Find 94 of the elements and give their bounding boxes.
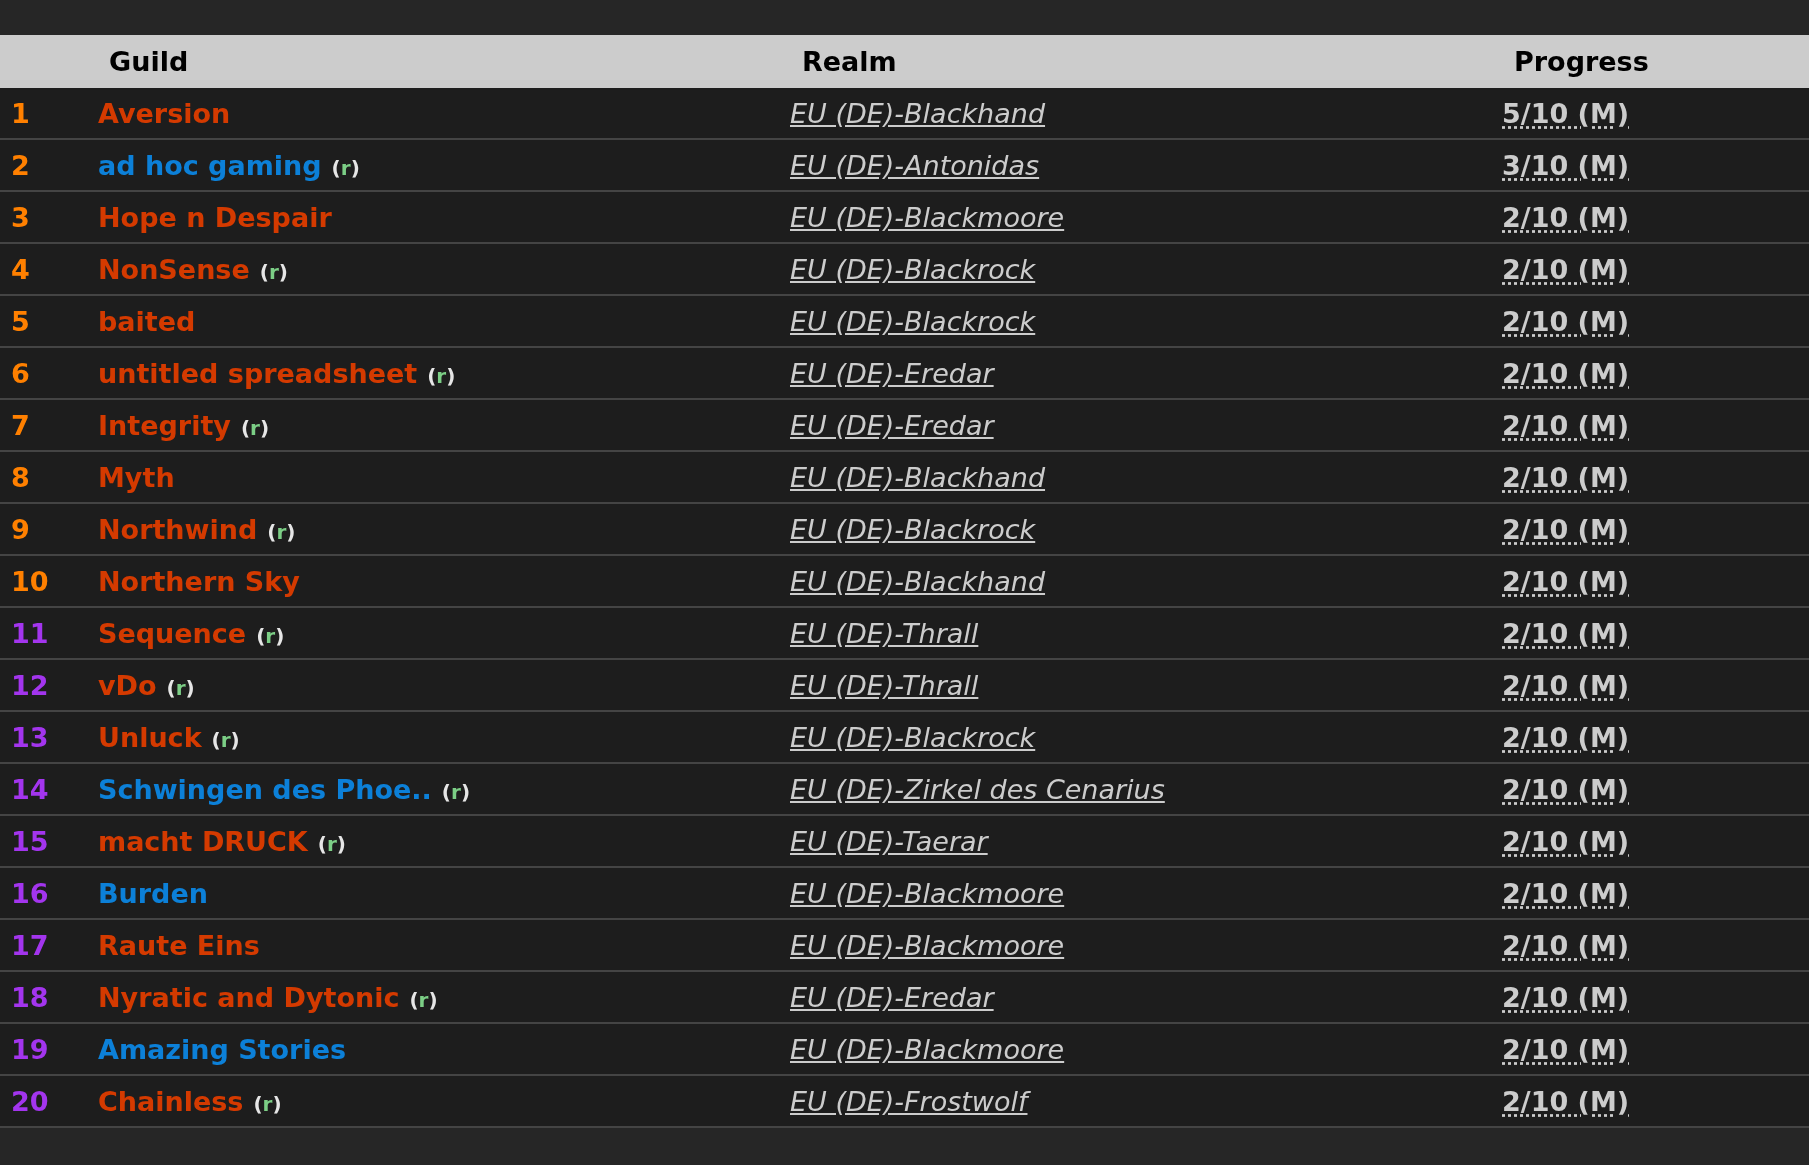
guild-link[interactable]: Schwingen des Phoe.. [98,773,432,805]
rank-number: 10 [10,565,49,597]
progress-text: 2/10 (M) [1502,1085,1630,1117]
realm-link[interactable]: EU (DE)-Eredar [790,409,994,441]
guild-link[interactable]: Integrity [98,409,231,441]
progress-text: 2/10 (M) [1502,357,1630,389]
progress-text: 2/10 (M) [1502,617,1630,649]
realm-link[interactable]: EU (DE)-Blackhand [790,461,1046,493]
progress-text: 2/10 (M) [1502,877,1630,909]
rank-number: 18 [10,981,49,1013]
recruiting-tag: (r) [441,779,470,804]
guild-link[interactable]: Nyratic and Dytonic [98,981,400,1013]
column-header: Progress [1513,46,1650,77]
rank-number: 9 [10,513,30,545]
realm-link[interactable]: EU (DE)-Blackmoore [790,1033,1065,1065]
guild-link[interactable]: baited [98,305,196,337]
guild-link[interactable]: Burden [98,877,208,909]
realm-link[interactable]: EU (DE)-Blackrock [790,305,1036,337]
recruiting-tag: (r) [211,727,240,752]
guild-link[interactable]: Amazing Stories [98,1033,347,1065]
progress-text: 2/10 (M) [1502,409,1630,441]
realm-link[interactable]: EU (DE)-Eredar [790,981,994,1013]
rank-number: 17 [10,929,49,961]
guild-link[interactable]: vDo [98,669,157,701]
guild-link[interactable]: Unluck [98,721,202,753]
realm-link[interactable]: EU (DE)-Blackrock [790,721,1036,753]
recruiting-tag: (r) [253,1091,282,1116]
realm-link[interactable]: EU (DE)-Antonidas [790,149,1040,181]
recruiting-tag: (r) [331,155,360,180]
progress-text: 3/10 (M) [1502,149,1630,181]
realm-link[interactable]: EU (DE)-Thrall [790,669,979,701]
rank-number: 13 [10,721,49,753]
realm-link[interactable]: EU (DE)-Blackhand [790,97,1046,129]
column-header: Guild [108,46,190,77]
progress-text: 2/10 (M) [1502,721,1630,753]
realm-link[interactable]: EU (DE)-Blackmoore [790,201,1065,233]
rank-number: 11 [10,617,49,649]
progress-text: 2/10 (M) [1502,929,1630,961]
progress-text: 2/10 (M) [1502,565,1630,597]
rank-number: 15 [10,825,49,857]
guild-link[interactable]: ad hoc gaming [98,149,322,181]
guild-link[interactable]: Northern Sky [98,565,300,597]
guild-link[interactable]: Hope n Despair [98,201,332,233]
rank-number: 7 [10,409,30,441]
guild-link[interactable]: Chainless [98,1085,244,1117]
rank-number: 20 [10,1085,49,1117]
guild-link[interactable]: Aversion [98,97,231,129]
rank-number: 14 [10,773,49,805]
rank-number: 4 [10,253,30,285]
guild-link[interactable]: Myth [98,461,175,493]
rank-number: 5 [10,305,30,337]
progress-text: 2/10 (M) [1502,825,1630,857]
guild-link[interactable]: NonSense [98,253,250,285]
guild-link[interactable]: Sequence [98,617,247,649]
realm-link[interactable]: EU (DE)-Blackmoore [790,877,1065,909]
realm-link[interactable]: EU (DE)-Blackhand [790,565,1046,597]
progress-text: 2/10 (M) [1502,513,1630,545]
progress-text: 2/10 (M) [1502,669,1630,701]
rank-number: 3 [10,201,30,233]
realm-link[interactable]: EU (DE)-Blackmoore [790,929,1065,961]
realm-link[interactable]: EU (DE)-Eredar [790,357,994,389]
recruiting-tag: (r) [427,363,456,388]
realm-link[interactable]: EU (DE)-Blackrock [790,253,1036,285]
rank-number: 6 [10,357,30,389]
progress-text: 5/10 (M) [1502,97,1630,129]
guild-link[interactable]: Northwind [98,513,258,545]
progress-text: 2/10 (M) [1502,773,1630,805]
realm-link[interactable]: EU (DE)-Blackrock [790,513,1036,545]
recruiting-tag: (r) [256,623,285,648]
rank-number: 2 [10,149,30,181]
recruiting-tag: (r) [259,259,288,284]
rank-number: 1 [10,97,30,129]
rank-number: 16 [10,877,49,909]
guild-link[interactable]: macht DRUCK [98,825,308,857]
realm-link[interactable]: EU (DE)-Zirkel des Cenarius [790,773,1165,805]
rank-number: 8 [10,461,30,493]
guild-link[interactable]: untitled spreadsheet [98,357,418,389]
progress-text: 2/10 (M) [1502,981,1630,1013]
rank-number: 19 [10,1033,49,1065]
progress-text: 2/10 (M) [1502,461,1630,493]
recruiting-tag: (r) [267,519,296,544]
column-header: Realm [801,46,898,77]
recruiting-tag: (r) [409,987,438,1012]
progress-text: 2/10 (M) [1502,201,1630,233]
progress-text: 2/10 (M) [1502,253,1630,285]
progress-text: 2/10 (M) [1502,305,1630,337]
guild-link[interactable]: Raute Eins [98,929,260,961]
rank-number: 12 [10,669,49,701]
progress-text: 2/10 (M) [1502,1033,1630,1065]
recruiting-tag: (r) [166,675,195,700]
realm-link[interactable]: EU (DE)-Thrall [790,617,979,649]
recruiting-tag: (r) [240,415,270,440]
recruiting-tag: (r) [317,831,346,856]
realm-link[interactable]: EU (DE)-Taerar [790,825,988,857]
